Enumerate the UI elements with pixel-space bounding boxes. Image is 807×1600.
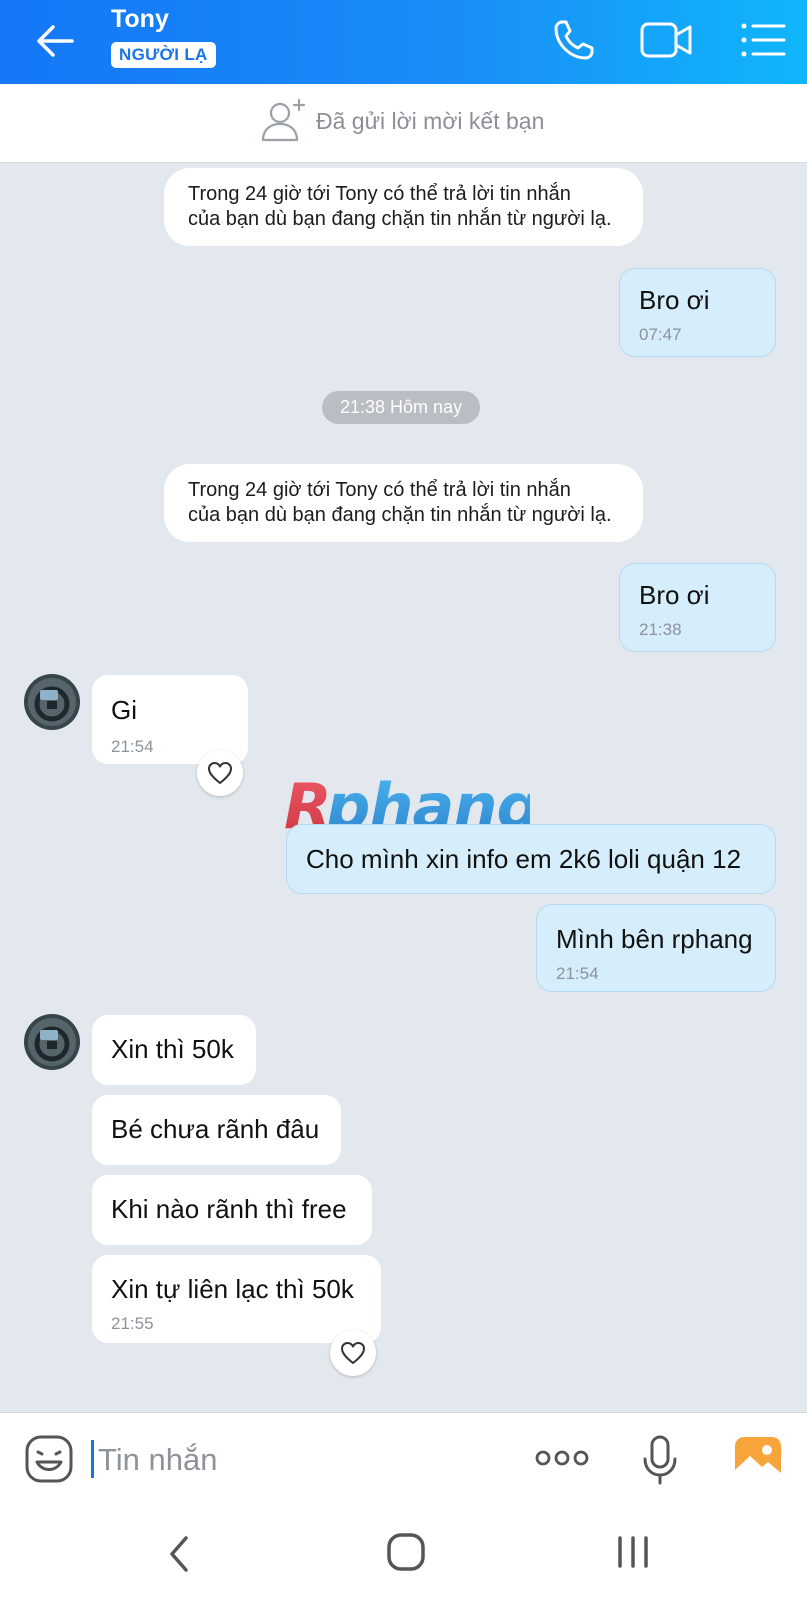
gallery-icon[interactable] <box>734 1436 782 1482</box>
message-bubble-received[interactable]: Xin thì 50k <box>92 1015 256 1085</box>
message-text: Cho mình xin info em 2k6 loli quận 12 <box>306 844 742 874</box>
phone-icon[interactable] <box>548 14 600 66</box>
message-text: Mình bên rphang <box>556 924 753 954</box>
microphone-icon[interactable] <box>641 1434 679 1486</box>
text-cursor <box>91 1440 94 1478</box>
message-time: 21:55 <box>111 1314 154 1333</box>
message-bubble-sent[interactable]: Bro ơi 21:38 <box>619 563 776 652</box>
add-friend-icon <box>261 98 306 142</box>
avatar[interactable] <box>24 1014 80 1070</box>
emoji-icon[interactable] <box>24 1434 74 1484</box>
notice-line: của bạn dù bạn đang chặn tin nhắn từ ngư… <box>188 208 612 230</box>
message-time: 07:47 <box>639 325 682 344</box>
message-bubble-sent[interactable]: Bro ơi 07:47 <box>619 268 776 357</box>
message-time: 21:38 <box>639 620 682 639</box>
back-arrow-icon[interactable] <box>28 14 82 68</box>
video-camera-icon[interactable] <box>636 14 696 66</box>
date-separator: 21:38 Hôm nay <box>322 391 481 424</box>
stranger-badge: NGƯỜI LẠ <box>111 42 216 68</box>
avatar[interactable] <box>24 674 80 730</box>
message-text: Gi <box>111 695 137 725</box>
heart-icon <box>208 762 232 784</box>
nav-recent-apps-icon[interactable] <box>612 1532 654 1572</box>
nav-back-icon[interactable] <box>162 1532 196 1576</box>
friend-request-sent-text: Đã gửi lời mời kết bạn <box>316 108 545 134</box>
more-options-icon[interactable] <box>534 1442 590 1474</box>
message-time: 21:54 <box>556 964 599 983</box>
message-bubble-sent[interactable]: Cho mình xin info em 2k6 loli quận 12 <box>286 824 776 894</box>
notice-line: Trong 24 giờ tới Tony có thể trả lời tin… <box>188 183 571 205</box>
react-heart-button[interactable] <box>330 1330 376 1376</box>
nav-home-icon[interactable] <box>384 1530 428 1574</box>
message-text: Xin thì 50k <box>111 1034 234 1064</box>
message-input[interactable] <box>96 1436 500 1484</box>
heart-icon <box>341 1342 365 1364</box>
message-bubble-sent[interactable]: Mình bên rphang 21:54 <box>536 904 776 992</box>
message-text: Bro ơi <box>639 285 710 315</box>
react-heart-button[interactable] <box>197 750 243 796</box>
message-bubble-received[interactable]: Khi nào rãnh thì free <box>92 1175 372 1245</box>
notice-line: Trong 24 giờ tới Tony có thể trả lời tin… <box>188 479 571 501</box>
message-bubble-received[interactable]: Bé chưa rãnh đâu <box>92 1095 341 1165</box>
message-bubble-received[interactable]: Xin tự liên lạc thì 50k 21:55 <box>92 1255 381 1343</box>
message-text: Khi nào rãnh thì free <box>111 1194 347 1224</box>
stranger-notice: Trong 24 giờ tới Tony có thể trả lời tin… <box>164 464 643 542</box>
message-text: Bro ơi <box>639 580 710 610</box>
menu-list-icon[interactable] <box>736 14 788 66</box>
contact-name[interactable]: Tony <box>111 5 169 34</box>
message-text: Bé chưa rãnh đâu <box>111 1114 320 1144</box>
notice-line: của bạn dù bạn đang chặn tin nhắn từ ngư… <box>188 504 612 526</box>
message-text: Xin tự liên lạc thì 50k <box>111 1274 354 1304</box>
stranger-notice: Trong 24 giờ tới Tony có thể trả lời tin… <box>164 168 643 246</box>
